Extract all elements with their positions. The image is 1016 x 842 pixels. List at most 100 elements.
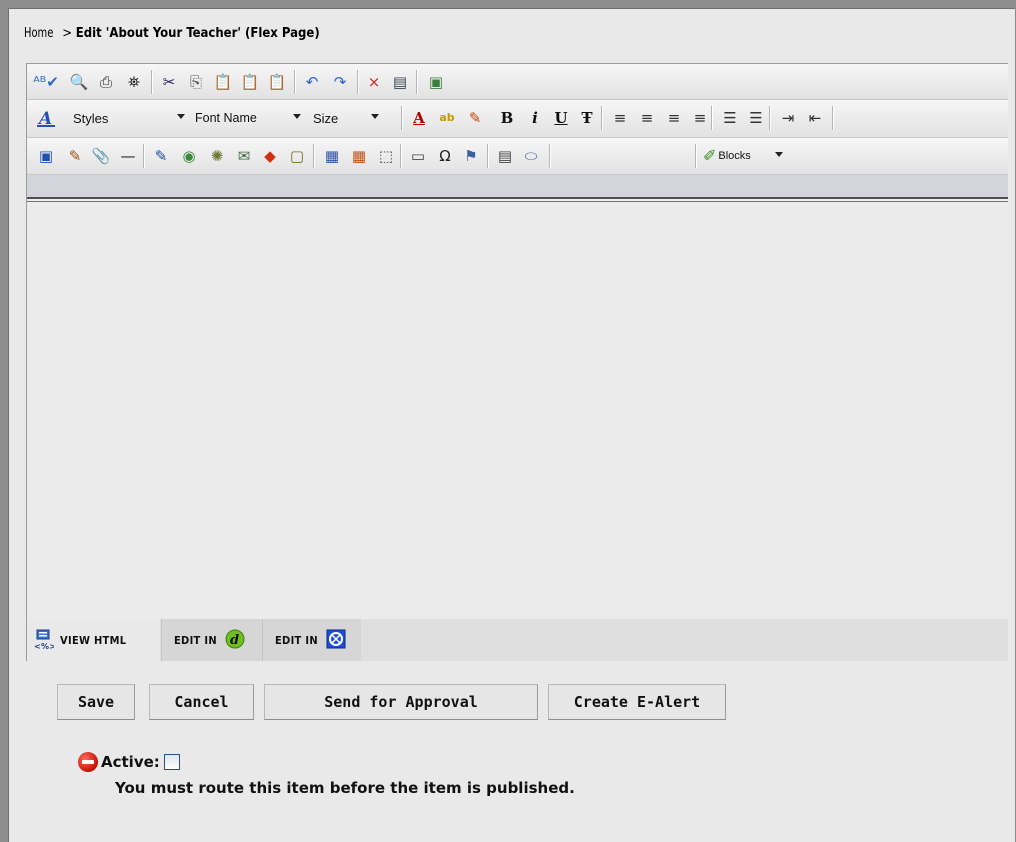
page: Home > Edit 'About Your Teacher' (Flex P… bbox=[0, 0, 1016, 842]
size-dropdown[interactable]: Size bbox=[313, 108, 379, 128]
text-box-icon[interactable]: ▭ bbox=[407, 145, 429, 167]
edit-link-icon[interactable]: ✺ bbox=[206, 145, 228, 167]
spellcheck-icon[interactable]: ᴬᴮ✔ bbox=[33, 71, 59, 93]
properties-icon[interactable]: ▤ bbox=[494, 145, 516, 167]
send-for-approval-button[interactable]: Send for Approval bbox=[264, 684, 538, 720]
tab-view-html[interactable]: <%> VIEW HTML bbox=[27, 619, 160, 661]
undo-icon[interactable]: ↶ bbox=[301, 71, 323, 93]
hyperlink-icon[interactable]: ✎ bbox=[150, 145, 172, 167]
table-icon[interactable]: ▦ bbox=[321, 145, 343, 167]
redo-icon[interactable]: ↷ bbox=[329, 71, 351, 93]
style-gallery-icon[interactable]: A bbox=[35, 107, 57, 129]
bullet-list-icon[interactable]: ☰ bbox=[745, 107, 767, 129]
breadcrumb-home-link[interactable]: Home bbox=[24, 26, 53, 41]
strikethrough-icon[interactable]: Ŧ bbox=[576, 107, 598, 129]
tab-edit-in-dreamweaver[interactable]: EDIT IN d bbox=[161, 619, 262, 661]
create-ealert-button[interactable]: Create E-Alert bbox=[548, 684, 726, 720]
library-link-icon[interactable]: ◉ bbox=[178, 145, 200, 167]
font-name-dropdown[interactable]: Font Name bbox=[195, 108, 301, 128]
horizontal-rule-icon[interactable]: — bbox=[117, 145, 139, 167]
binoculars-icon[interactable]: ⛯ bbox=[123, 71, 145, 93]
ruler-icon[interactable]: ⚑ bbox=[460, 145, 482, 167]
toolbar-separator bbox=[143, 144, 145, 168]
numbered-list-icon[interactable]: ☰ bbox=[719, 107, 741, 129]
blocks-icon: ✐ bbox=[703, 148, 717, 165]
toolbar-row-formatting: A Styles Font Name Size Aab ✎ Bi U Ŧ ≡ ≡ ≡ ≡ ☰ ☰ ⇥ ⇤ bbox=[27, 100, 1008, 138]
delete-icon[interactable]: × bbox=[363, 71, 385, 93]
preview-icon[interactable]: ▣ bbox=[425, 71, 447, 93]
image-icon[interactable]: ▣ bbox=[35, 145, 57, 167]
styles-dropdown[interactable]: Styles bbox=[73, 108, 185, 128]
toolbar-bottom-strip bbox=[27, 175, 1008, 199]
toolbar-separator bbox=[294, 70, 296, 94]
active-checkbox[interactable] bbox=[163, 754, 180, 770]
tab-edit-in-contribute-label: EDIT IN bbox=[275, 633, 318, 647]
italic-icon[interactable]: i bbox=[524, 107, 546, 129]
actions-panel: Save Cancel Send for Approval Create E-A… bbox=[26, 662, 1008, 834]
paste-word-icon[interactable]: 📋 bbox=[239, 71, 261, 93]
toolbar-separator bbox=[357, 70, 359, 94]
svg-text:<%>: <%> bbox=[34, 642, 54, 651]
route-note-text: You must route this item before the item… bbox=[115, 779, 575, 797]
bold-icon[interactable]: B bbox=[496, 107, 518, 129]
copy-icon[interactable]: ⎘ bbox=[185, 71, 207, 93]
quicklink-icon[interactable]: ✉ bbox=[233, 145, 255, 167]
contribute-icon bbox=[326, 629, 346, 652]
edit-image-icon[interactable]: ✎ bbox=[64, 145, 86, 167]
styles-dropdown-label: Styles bbox=[73, 110, 109, 126]
view-html-icon: <%> bbox=[34, 629, 54, 651]
print-icon[interactable]: ⎙ bbox=[95, 71, 117, 93]
cancel-button[interactable]: Cancel bbox=[149, 684, 254, 720]
format-brush-icon[interactable]: ✎ bbox=[464, 107, 486, 129]
select-all-icon[interactable]: ▤ bbox=[389, 71, 411, 93]
dreamweaver-icon: d bbox=[225, 629, 245, 652]
align-right-icon[interactable]: ≡ bbox=[663, 107, 685, 129]
font-name-dropdown-label: Font Name bbox=[195, 111, 257, 125]
toolbar-separator bbox=[549, 144, 551, 168]
save-button[interactable]: Save bbox=[57, 684, 135, 720]
active-label: Active: bbox=[101, 753, 160, 771]
blocks-dropdown[interactable]: ✐ Blocks bbox=[703, 146, 783, 166]
paste-text-icon[interactable]: 📋 bbox=[266, 71, 288, 93]
stop-icon bbox=[78, 752, 98, 772]
highlight-icon[interactable]: ab bbox=[436, 107, 458, 129]
toolbar-row-insert: ✐ Blocks ▣ ✎ 📎 — ✎ ◉ ✺ ✉ ◆ ▢ ▦ ▦ ⬚ ▭ Ω ⚑ ▤ ⬭ bbox=[27, 138, 1008, 175]
chevron-down-icon bbox=[293, 114, 301, 119]
underline-icon[interactable]: U bbox=[550, 107, 572, 129]
toolbar-separator bbox=[695, 144, 697, 168]
toolbar-separator bbox=[601, 106, 603, 130]
table-edit-icon[interactable]: ▦ bbox=[348, 145, 370, 167]
tab-edit-in-contribute[interactable]: EDIT IN bbox=[262, 619, 361, 661]
toolbar-row-standard: ᴬᴮ✔ 🔍 ⎙ ⛯ ✂ ⎘ 📋 📋 📋 ↶ ↷ × ▤ ▣ bbox=[27, 64, 1008, 100]
attachment-icon[interactable]: 📎 bbox=[90, 145, 112, 167]
justify-icon[interactable]: ≡ bbox=[689, 107, 711, 129]
find-icon[interactable]: 🔍 bbox=[68, 71, 90, 93]
toolbar-separator bbox=[416, 70, 418, 94]
table-borders-icon[interactable]: ⬚ bbox=[375, 145, 397, 167]
html-editor: ᴬᴮ✔ 🔍 ⎙ ⛯ ✂ ⎘ 📋 📋 📋 ↶ ↷ × ▤ ▣ A Styles Font Name Size… bbox=[26, 63, 1008, 661]
tab-view-html-label: VIEW HTML bbox=[60, 633, 127, 647]
paste-icon[interactable]: 📋 bbox=[212, 71, 234, 93]
form-icon[interactable]: ▢ bbox=[286, 145, 308, 167]
toolbar-separator bbox=[711, 106, 713, 130]
cut-icon[interactable]: ✂ bbox=[158, 71, 180, 93]
indent-icon[interactable]: ⇥ bbox=[777, 107, 799, 129]
chevron-down-icon bbox=[371, 114, 379, 119]
eraser-icon[interactable]: ⬭ bbox=[520, 145, 542, 167]
editor-mode-bar: <%> VIEW HTML EDIT IN d EDIT IN bbox=[27, 619, 1008, 661]
svg-text:d: d bbox=[230, 633, 239, 648]
editor-content-area[interactable] bbox=[27, 201, 1008, 619]
breadcrumb-separator: > bbox=[58, 26, 76, 41]
chevron-down-icon bbox=[775, 152, 783, 157]
align-center-icon[interactable]: ≡ bbox=[636, 107, 658, 129]
toolbar-separator bbox=[151, 70, 153, 94]
font-color-icon[interactable]: A bbox=[408, 107, 430, 129]
align-left-icon[interactable]: ≡ bbox=[609, 107, 631, 129]
breadcrumb-current: Edit 'About Your Teacher' (Flex Page) bbox=[75, 26, 320, 41]
toolbar-separator bbox=[401, 106, 403, 130]
tab-edit-in-dreamweaver-label: EDIT IN bbox=[174, 633, 217, 647]
special-char-icon[interactable]: Ω bbox=[434, 145, 456, 167]
size-dropdown-label: Size bbox=[313, 110, 339, 126]
outdent-icon[interactable]: ⇤ bbox=[804, 107, 826, 129]
bookmark-icon[interactable]: ◆ bbox=[259, 145, 281, 167]
